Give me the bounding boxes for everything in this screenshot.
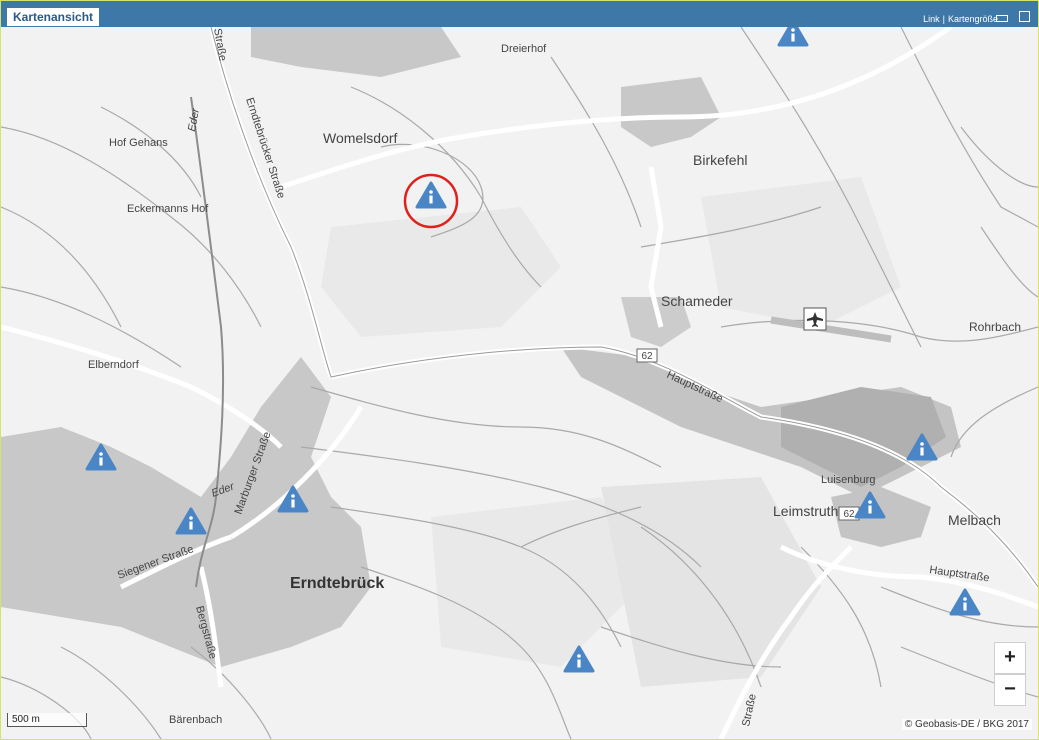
place-dreierhof: Dreierhof <box>501 43 547 55</box>
info-marker-stem <box>429 195 433 204</box>
place-melbach: Melbach <box>948 512 1001 528</box>
maximize-icon[interactable] <box>1019 11 1030 22</box>
place-eckermanns-hof: Eckermanns Hof <box>127 203 209 215</box>
map-size-button[interactable]: Kartengröße <box>948 14 998 24</box>
info-marker-stem <box>189 521 193 530</box>
info-marker-dot <box>577 654 581 658</box>
title-bar: Kartenansicht Link | Kartengröße <box>1 1 1038 27</box>
map-canvas[interactable]: Dreierhof Womelsdorf Hof Gehans Eckerman… <box>1 27 1038 739</box>
info-marker-dot <box>868 500 872 504</box>
place-rohrbach: Rohrbach <box>969 320 1021 334</box>
shield-b62-east: 62 <box>843 509 855 520</box>
place-leimstruth: Leimstruth <box>773 503 838 519</box>
info-marker-dot <box>99 452 103 456</box>
info-marker-dot <box>791 28 795 32</box>
place-luisenburg: Luisenburg <box>821 474 875 486</box>
shield-b62-north: 62 <box>641 351 653 362</box>
window-title: Kartenansicht <box>7 8 100 26</box>
info-marker-stem <box>791 33 795 42</box>
map-window: Kartenansicht Link | Kartengröße Dreierh… <box>0 0 1039 740</box>
link-button[interactable]: Link <box>923 14 940 24</box>
place-elberndorf: Elberndorf <box>88 359 140 371</box>
place-womelsdorf: Womelsdorf <box>323 130 398 146</box>
zoom-in-button[interactable]: + <box>994 642 1026 674</box>
info-marker-dot <box>963 597 967 601</box>
place-schameder: Schameder <box>661 293 733 309</box>
attribution: © Geobasis-DE / BKG 2017 <box>901 719 1032 730</box>
minimize-icon[interactable] <box>996 15 1008 22</box>
place-erndtebrueck: Erndtebrück <box>290 575 384 592</box>
info-marker-dot <box>920 442 924 446</box>
top-links: Link | Kartengröße <box>923 14 998 24</box>
place-baerenbach: Bärenbach <box>169 714 222 726</box>
info-marker-stem <box>291 499 295 508</box>
info-marker-stem <box>963 602 967 611</box>
place-hof-gehans: Hof Gehans <box>109 137 168 149</box>
info-marker-dot <box>429 190 433 194</box>
place-birkefehl: Birkefehl <box>693 152 747 168</box>
info-marker-stem <box>868 505 872 514</box>
link-separator: | <box>942 14 945 24</box>
info-marker-stem <box>920 447 924 456</box>
scale-bar: 500 m <box>7 713 87 727</box>
info-marker-dot <box>189 516 193 520</box>
info-marker-stem <box>577 659 581 668</box>
zoom-out-button[interactable]: − <box>994 674 1026 706</box>
info-marker-stem <box>99 457 103 466</box>
info-marker-dot <box>291 494 295 498</box>
